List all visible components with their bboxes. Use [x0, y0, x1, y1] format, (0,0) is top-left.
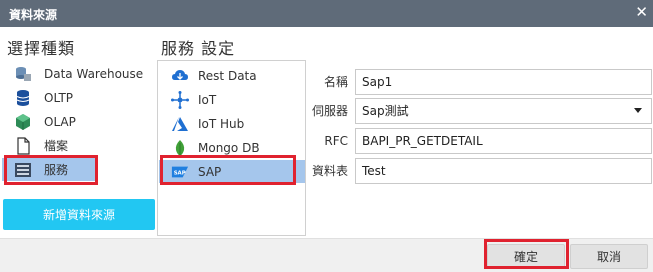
name-label: 名稱 — [323, 75, 348, 89]
database-icon — [14, 89, 32, 107]
data-warehouse-icon — [14, 65, 32, 83]
category-item-olap[interactable]: OLAP — [2, 110, 152, 133]
server-label: 伺服器 — [311, 104, 348, 118]
table-label: 資料表 — [311, 164, 348, 178]
service-item-sap[interactable]: SAP SAP — [159, 160, 305, 183]
service-list: Rest Data IoT IoT Hub Mongo DB SAP SAP — [157, 60, 306, 236]
category-item-data-warehouse[interactable]: Data Warehouse — [2, 62, 152, 85]
category-item-file[interactable]: 檔案 — [2, 134, 152, 157]
category-item-service[interactable]: 服務 — [2, 158, 97, 181]
ok-button[interactable]: 確定 — [487, 244, 565, 269]
service-label: SAP — [198, 164, 222, 179]
table-row: 資料表 Test — [308, 157, 652, 184]
close-icon[interactable]: ✕ — [635, 3, 648, 21]
server-select[interactable]: Sap測試 — [355, 97, 652, 124]
server-selected-value: Sap測試 — [362, 104, 409, 118]
window-title: 資料來源 — [9, 8, 58, 22]
category-label: OLAP — [44, 114, 76, 129]
title-bar: 資料來源 ✕ — [0, 0, 653, 27]
rfc-input[interactable]: BAPI_PR_GETDETAIL — [355, 127, 652, 154]
dialog-footer: 確定 取消 — [0, 238, 653, 272]
category-heading: 選擇種類 — [7, 39, 76, 58]
category-list: Data Warehouse OLTP OLAP 檔案 服務 — [2, 62, 155, 190]
rfc-label: RFC — [324, 133, 348, 148]
service-item-iot[interactable]: IoT — [159, 88, 305, 111]
sap-icon: SAP — [171, 163, 189, 181]
category-label: Data Warehouse — [44, 66, 144, 81]
service-label: Mongo DB — [198, 140, 260, 155]
category-label: 檔案 — [44, 139, 69, 153]
file-icon — [14, 136, 32, 155]
service-item-mongo-db[interactable]: Mongo DB — [159, 136, 305, 159]
server-row: 伺服器 Sap測試 — [308, 97, 652, 124]
service-label: Rest Data — [198, 68, 257, 83]
name-row: 名稱 Sap1 — [308, 68, 652, 95]
svg-text:SAP: SAP — [174, 170, 186, 176]
service-icon — [14, 161, 32, 179]
iot-icon — [171, 90, 189, 109]
service-label: IoT — [198, 92, 217, 107]
table-input[interactable]: Test — [355, 157, 652, 184]
category-label: 服務 — [44, 163, 69, 177]
service-item-iot-hub[interactable]: IoT Hub — [159, 112, 305, 135]
cube-icon — [14, 113, 32, 131]
service-item-rest-data[interactable]: Rest Data — [159, 64, 305, 87]
name-input[interactable]: Sap1 — [355, 68, 652, 95]
cloud-icon — [171, 67, 189, 85]
azure-icon — [171, 115, 189, 133]
service-settings-heading: 服務 設定 — [161, 39, 236, 58]
leaf-icon — [171, 139, 189, 157]
add-data-source-button[interactable]: 新增資料來源 — [3, 199, 155, 230]
rfc-row: RFC BAPI_PR_GETDETAIL — [308, 127, 652, 154]
chevron-down-icon[interactable] — [634, 107, 642, 113]
cancel-button[interactable]: 取消 — [570, 244, 648, 269]
service-label: IoT Hub — [198, 116, 245, 131]
category-item-oltp[interactable]: OLTP — [2, 86, 152, 109]
category-label: OLTP — [44, 90, 74, 105]
